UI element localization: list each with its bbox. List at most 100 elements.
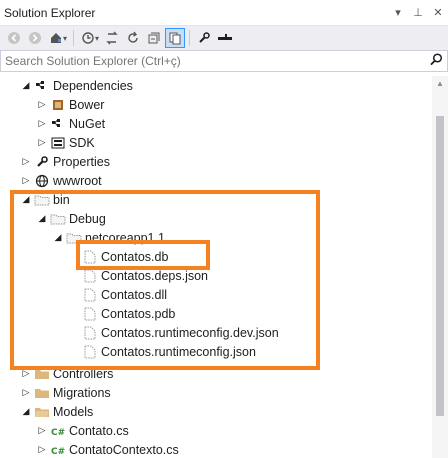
file-dashed-icon — [82, 325, 98, 341]
solution-tree: ◢ Dependencies ▷ Bower ▷ NuGet ▷ SDK ▷ P… — [0, 76, 432, 458]
show-all-files-icon[interactable] — [165, 28, 186, 48]
tree-node-label: Contatos.deps.json — [101, 268, 209, 283]
tree-node-label: Contatos.pdb — [101, 306, 176, 321]
tree-node-label: Models — [53, 404, 94, 419]
vertical-scrollbar[interactable]: ▲ — [432, 76, 448, 458]
nuget-icon — [50, 116, 66, 132]
tree-node-label: Contatos.dll — [101, 287, 168, 302]
tree-node-label: Migrations — [53, 385, 111, 400]
collapsed-arrow-icon[interactable]: ▷ — [36, 444, 48, 455]
home-dropdown-icon[interactable]: ▾ — [63, 34, 67, 43]
toolbar-separator — [73, 30, 75, 46]
globe-icon — [34, 173, 50, 189]
preview-selected-items-icon[interactable] — [215, 28, 235, 48]
expanded-arrow-icon[interactable]: ◢ — [36, 213, 48, 224]
sdk-icon — [50, 135, 66, 151]
expanded-arrow-icon[interactable]: ◢ — [20, 194, 32, 205]
tree-node-contatos-pdb[interactable]: Contatos.pdb — [80, 304, 175, 323]
window-position-dropdown-icon[interactable]: ▾ — [388, 3, 408, 23]
expanded-arrow-icon[interactable]: ◢ — [20, 80, 32, 91]
folder-icon — [34, 366, 50, 382]
collapsed-arrow-icon[interactable]: ▷ — [36, 118, 48, 129]
search-box[interactable] — [0, 50, 448, 72]
tree-node-label: SDK — [69, 135, 95, 150]
tree-node-label: Debug — [69, 211, 106, 226]
tree-node-bower[interactable]: ▷ Bower — [36, 95, 105, 114]
scrollbar-thumb[interactable] — [436, 116, 444, 416]
folder-icon — [34, 385, 50, 401]
file-dashed-icon — [82, 268, 98, 284]
tree-node-contatocontexto-cs[interactable]: ▷ C# ContatoContexto.cs — [36, 440, 179, 458]
csharp-file-icon: C# — [50, 442, 66, 458]
collapsed-arrow-icon[interactable]: ▷ — [36, 425, 48, 436]
collapsed-arrow-icon[interactable]: ▷ — [20, 156, 32, 167]
tree-node-label: Properties — [53, 154, 110, 169]
tree-node-contatos-dll[interactable]: Contatos.dll — [80, 285, 167, 304]
csharp-file-icon: C# — [50, 423, 66, 439]
tree-node-migrations[interactable]: ▷ Migrations — [20, 383, 111, 402]
collapsed-arrow-icon[interactable]: ▷ — [20, 175, 32, 186]
back-icon[interactable] — [4, 28, 24, 48]
folder-open-icon — [34, 404, 50, 420]
properties-wrench-icon[interactable] — [194, 28, 214, 48]
file-dashed-icon — [82, 249, 98, 265]
title-bar: Solution Explorer ▾ ⊥ ✕ — [0, 0, 448, 26]
forward-icon[interactable] — [25, 28, 45, 48]
tree-node-label: Contatos.runtimeconfig.json — [101, 344, 256, 359]
scroll-up-arrow-icon[interactable]: ▲ — [432, 76, 448, 92]
tree-node-label: Contatos.runtimeconfig.dev.json — [101, 325, 279, 340]
search-icon[interactable] — [425, 53, 447, 69]
tree-node-label: wwwroot — [53, 173, 102, 188]
tree-node-contato-cs[interactable]: ▷ C# Contato.cs — [36, 421, 129, 440]
tree-node-models[interactable]: ◢ Models — [20, 402, 94, 421]
tree-node-label: NuGet — [69, 116, 106, 131]
tree-node-controllers[interactable]: ▷ Controllers — [20, 364, 114, 383]
svg-text:C#: C# — [51, 447, 65, 456]
tree-node-label: ContatoContexto.cs — [69, 442, 179, 457]
tree-node-dependencies[interactable]: ◢ Dependencies — [20, 76, 133, 95]
tree-node-label: Controllers — [53, 366, 114, 381]
file-dashed-icon — [82, 306, 98, 322]
svg-text:C#: C# — [51, 428, 65, 437]
tree-node-label: Dependencies — [53, 78, 133, 93]
tree-node-properties[interactable]: ▷ Properties — [20, 152, 110, 171]
tree-node-bin[interactable]: ◢ bin — [20, 190, 70, 209]
file-dashed-icon — [82, 287, 98, 303]
wrench-icon — [34, 154, 50, 170]
auto-hide-pin-icon[interactable]: ⊥ — [408, 3, 428, 23]
tree-node-runtimeconfig-dev-json[interactable]: Contatos.runtimeconfig.dev.json — [80, 323, 279, 342]
bower-icon — [50, 97, 66, 113]
filter-dropdown-icon[interactable]: ▾ — [95, 34, 99, 43]
expanded-arrow-icon[interactable]: ◢ — [20, 406, 32, 417]
folder-dashed-icon — [66, 230, 82, 246]
collapsed-arrow-icon[interactable]: ▷ — [20, 387, 32, 398]
tree-node-runtimeconfig-json[interactable]: Contatos.runtimeconfig.json — [80, 342, 256, 361]
toolbar: ▾ ▾ — [0, 26, 448, 50]
tree-node-nuget[interactable]: ▷ NuGet — [36, 114, 106, 133]
toolbar-separator — [189, 30, 191, 46]
folder-dashed-icon — [34, 192, 50, 208]
tree-node-wwwroot[interactable]: ▷ wwwroot — [20, 171, 102, 190]
tree-node-label: netcoreapp1.1 — [85, 230, 165, 245]
collapsed-arrow-icon[interactable]: ▷ — [36, 137, 48, 148]
sync-icon[interactable] — [102, 28, 122, 48]
file-dashed-icon — [82, 344, 98, 360]
refresh-icon[interactable] — [123, 28, 143, 48]
tree-node-sdk[interactable]: ▷ SDK — [36, 133, 95, 152]
folder-dashed-icon — [50, 211, 66, 227]
dependencies-icon — [34, 78, 50, 94]
window-title: Solution Explorer — [4, 5, 96, 20]
tree-node-label: bin — [53, 192, 70, 207]
tree-node-debug[interactable]: ◢ Debug — [36, 209, 106, 228]
collapse-all-icon[interactable] — [144, 28, 164, 48]
tree-node-label: Bower — [69, 97, 105, 112]
tree-node-label: Contatos.db — [101, 249, 169, 264]
collapsed-arrow-icon[interactable]: ▷ — [36, 99, 48, 110]
search-input[interactable] — [5, 54, 425, 68]
expanded-arrow-icon[interactable]: ◢ — [52, 232, 64, 243]
collapsed-arrow-icon[interactable]: ▷ — [20, 368, 32, 379]
close-icon[interactable]: ✕ — [428, 3, 448, 23]
tree-node-netcoreapp[interactable]: ◢ netcoreapp1.1 — [52, 228, 165, 247]
tree-node-contatos-deps-json[interactable]: Contatos.deps.json — [80, 266, 208, 285]
tree-node-contatos-db[interactable]: Contatos.db — [80, 247, 168, 266]
